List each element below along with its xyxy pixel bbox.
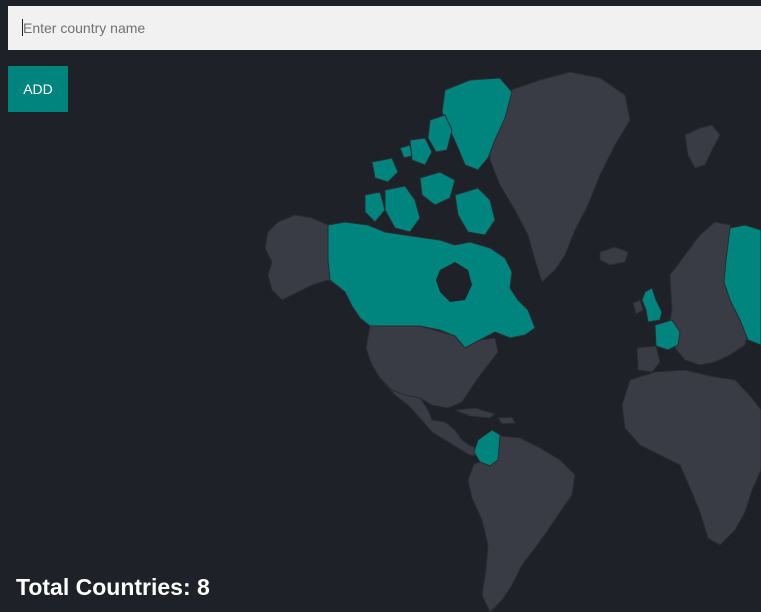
country-canada-island-5[interactable] bbox=[419, 171, 456, 206]
total-countries-label: Total Countries: bbox=[16, 574, 198, 600]
country-cuba[interactable] bbox=[454, 407, 497, 419]
country-united-kingdom[interactable] bbox=[641, 287, 663, 323]
country-canada-island-8[interactable] bbox=[399, 144, 413, 159]
country-canada-island-2[interactable] bbox=[409, 137, 433, 166]
country-search-input[interactable] bbox=[8, 6, 761, 50]
text-caret bbox=[22, 19, 23, 36]
country-iceland[interactable] bbox=[599, 246, 629, 266]
world-map bbox=[264, 71, 761, 612]
country-canada-island-4[interactable] bbox=[384, 185, 421, 233]
country-ireland[interactable] bbox=[632, 299, 644, 315]
country-svalbard[interactable] bbox=[684, 124, 721, 169]
total-countries-count: 8 bbox=[197, 574, 210, 600]
country-iberia[interactable] bbox=[636, 345, 661, 373]
country-canada-island-6[interactable] bbox=[364, 191, 386, 223]
add-button[interactable]: ADD bbox=[8, 66, 68, 112]
country-hispaniola[interactable] bbox=[497, 416, 516, 425]
total-countries: Total Countries: 8 bbox=[16, 574, 210, 601]
country-canada-island-7[interactable] bbox=[454, 187, 496, 236]
country-africa[interactable] bbox=[621, 369, 761, 546]
country-canada-island-3[interactable] bbox=[371, 157, 399, 183]
